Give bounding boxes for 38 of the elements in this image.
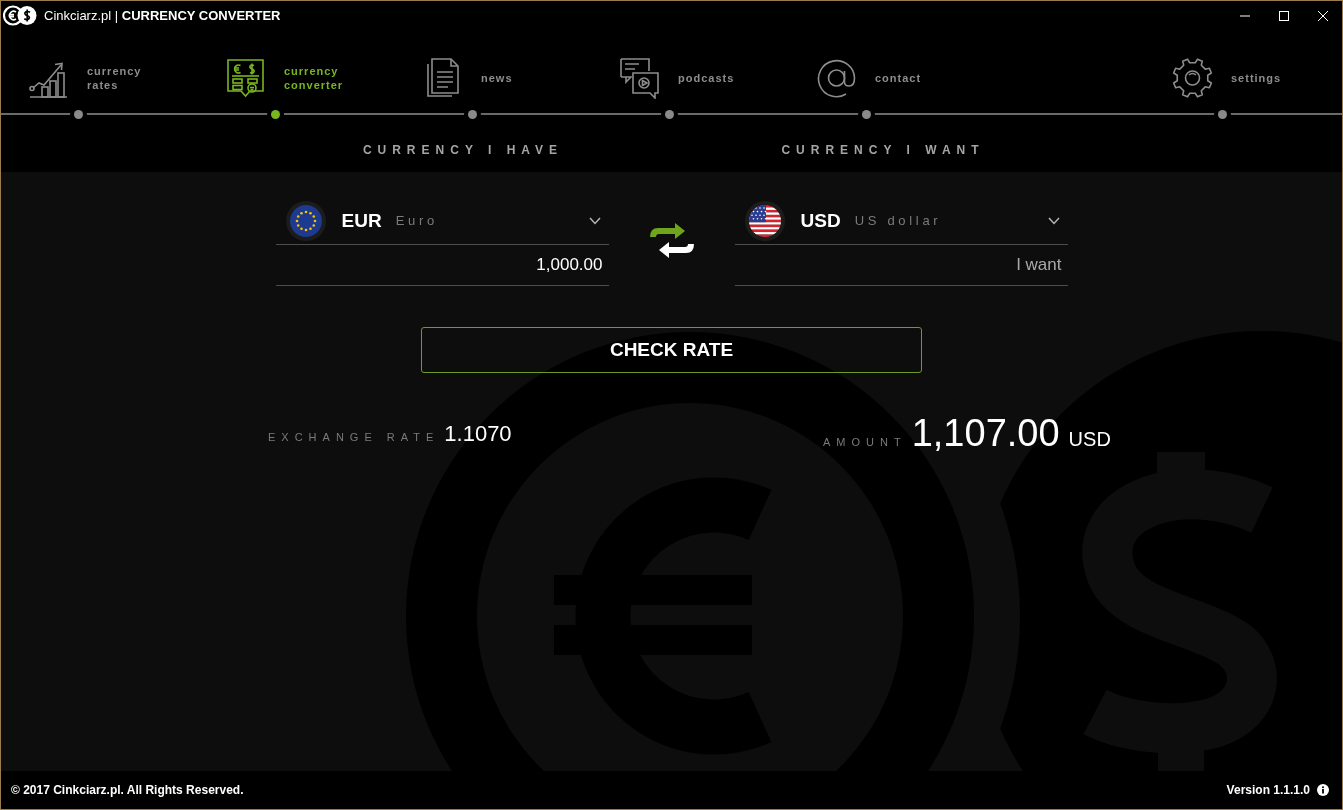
at-sign-icon	[816, 57, 857, 99]
currency-code: EUR	[341, 209, 382, 232]
check-rate-button[interactable]: CHECK RATE	[421, 327, 922, 373]
amount-value: 1,107.00	[911, 412, 1060, 455]
column-heading: CURRENCY I WANT	[780, 143, 986, 159]
chevron-down-icon	[1047, 216, 1060, 225]
coins-logo-icon	[3, 5, 37, 26]
copyright-text: © 2017 Cinkciarz.pl. All Rights Reserved.	[11, 783, 244, 797]
settings-icon	[1172, 57, 1213, 99]
amount-input[interactable]: I want	[734, 245, 1068, 286]
currency-calculator-icon	[225, 57, 266, 99]
nav-tab[interactable]: settings	[1172, 57, 1282, 99]
currency-code: USD	[800, 209, 841, 232]
swap-arrows-icon[interactable]	[648, 222, 695, 260]
nav-tab[interactable]: currency converter	[225, 57, 344, 99]
close-icon[interactable]	[1317, 9, 1329, 22]
exchange-rate-label: EXCHANGE RATE	[268, 430, 440, 443]
version-text: Version 1.1.1.0	[1226, 783, 1310, 797]
us-flag-icon	[744, 200, 785, 241]
maximize-icon[interactable]	[1278, 9, 1290, 22]
window-title: Cinkciarz.pl | CURRENCY CONVERTER	[44, 8, 281, 23]
nav-tab[interactable]: podcasts	[619, 57, 735, 99]
exchange-rate-value: 1.1070	[444, 420, 512, 447]
currency-dropdown[interactable]: EUR Euro	[275, 198, 609, 245]
amount-currency: USD	[1068, 428, 1111, 451]
nav-tab[interactable]: news	[422, 57, 513, 99]
chevron-down-icon	[588, 216, 601, 225]
eu-flag-icon	[285, 200, 326, 241]
amount-label: AMOUNT	[823, 436, 907, 448]
currency-name: US dollar	[854, 213, 942, 228]
nav-tab[interactable]: contact	[816, 57, 922, 99]
nav-tab[interactable]: currency rates	[28, 57, 142, 99]
amount-input[interactable]: 1,000.00	[275, 245, 609, 286]
chat-bubbles-icon	[619, 57, 660, 99]
currency-dropdown[interactable]: USD US dollar	[734, 198, 1068, 245]
info-icon[interactable]	[1317, 784, 1329, 796]
column-heading: CURRENCY I HAVE	[361, 143, 565, 159]
currency-name: Euro	[395, 213, 438, 228]
